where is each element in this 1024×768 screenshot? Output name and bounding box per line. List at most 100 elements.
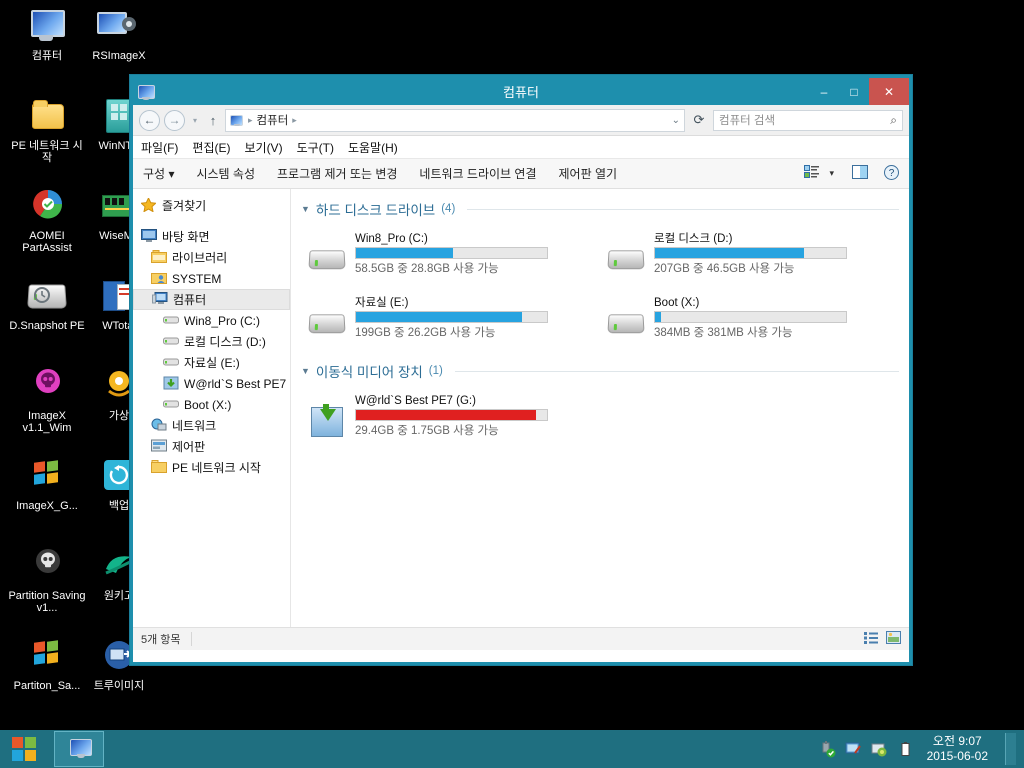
address-dropdown-icon[interactable]: ⌄	[672, 115, 680, 126]
maximize-button[interactable]: □	[839, 78, 869, 105]
close-button[interactable]: ✕	[869, 78, 909, 105]
tree-item-10[interactable]: Boot (X:)	[133, 394, 290, 415]
group-header-1[interactable]: ▼ 하드 디스크 드라이브 (4)	[301, 199, 899, 219]
tree-item-8[interactable]: 자료실 (E:)	[133, 352, 290, 373]
drive-usage-bar	[654, 311, 847, 323]
map-network-drive-button[interactable]: 네트워크 드라이브 연결	[419, 165, 536, 182]
display-settings-icon[interactable]	[845, 741, 862, 758]
drive-item[interactable]: Win8_Pro (C:) 58.5GB 중 28.8GB 사용 가능	[301, 225, 600, 289]
taskbar[interactable]: 오전 9:07 2015-06-02	[0, 730, 1024, 768]
windows-flag-icon	[25, 636, 69, 676]
drive-item[interactable]: 자료실 (E:) 199GB 중 26.2GB 사용 가능	[301, 289, 600, 353]
details-view-icon[interactable]	[864, 631, 878, 647]
desktop-icon-label: Partiton_Sa...	[13, 680, 81, 692]
refresh-button[interactable]: ⟳	[689, 112, 709, 128]
tree-item-13[interactable]: PE 네트워크 시작	[133, 457, 290, 478]
desktop-icon-label: 컴퓨터	[31, 50, 63, 62]
usb-safely-remove-icon[interactable]	[819, 740, 836, 758]
view-dropdown-icon[interactable]: ▾	[829, 168, 834, 179]
command-toolbar[interactable]: 구성 ▾ 시스템 속성 프로그램 제거 또는 변경 네트워크 드라이브 연결 제…	[133, 159, 909, 189]
taskbar-item-computer[interactable]	[54, 731, 104, 767]
desktop-icon-3[interactable]: PE 네트워크 시작	[8, 96, 86, 164]
rsimagex-icon	[97, 6, 141, 46]
tree-item-2[interactable]: 바탕 화면	[133, 226, 290, 247]
view-options-icon[interactable]	[804, 165, 820, 182]
drive-name: Win8_Pro (C:)	[355, 233, 428, 245]
back-button[interactable]: ←	[139, 109, 160, 131]
tree-item-9[interactable]: W@rld`S Best PE7	[133, 373, 290, 394]
drive-item[interactable]: W@rld`S Best PE7 (G:) 29.4GB 중 1.75GB 사용 …	[301, 387, 600, 451]
chevron-down-icon: ▾	[168, 167, 175, 181]
tree-item-1[interactable]: 즐겨찾기	[133, 195, 290, 216]
minimize-button[interactable]: –	[809, 78, 839, 105]
window-title-bar[interactable]: 컴퓨터 – □ ✕	[133, 78, 909, 105]
menu-item-file[interactable]: 파일(F)	[141, 139, 178, 156]
tree-item-6[interactable]: Win8_Pro (C:)	[133, 310, 290, 331]
drive-item[interactable]: Boot (X:) 384MB 중 381MB 사용 가능	[600, 289, 899, 353]
search-input[interactable]: 컴퓨터 검색 ⌕	[713, 109, 903, 131]
desktop-icon-9[interactable]: ImageX v1.1_Wim	[8, 366, 86, 434]
window-controls[interactable]: – □ ✕	[809, 78, 909, 105]
menu-item-edit[interactable]: 편집(E)	[192, 139, 230, 156]
drive-item[interactable]: 로컬 디스크 (D:) 207GB 중 46.5GB 사용 가능	[600, 225, 899, 289]
desktop-icon-1[interactable]: 컴퓨터	[8, 6, 86, 62]
organize-button[interactable]: 구성 ▾	[143, 165, 174, 182]
drive-free-space: 29.4GB 중 1.75GB 사용 가능	[355, 425, 499, 437]
hard-drive-icon	[307, 303, 347, 343]
desktop-icon-2[interactable]: RSImageX	[80, 6, 158, 62]
navigation-pane[interactable]: 즐겨찾기바탕 화면 라이브러리 SYSTEM 컴퓨터 Win8_Pro (C:) 로컬 디…	[133, 189, 291, 627]
computer-icon	[136, 83, 158, 101]
menu-bar[interactable]: 파일(F) 편집(E) 보기(V) 도구(T) 도움말(H)	[133, 136, 909, 159]
history-dropdown-icon[interactable]: ▾	[189, 116, 201, 125]
desktop-icon-label: ImageX_G...	[16, 500, 78, 512]
navigation-bar[interactable]: ← → ▾ ↑ ▸ 컴퓨터 ▸ ⌄ ⟳ 컴퓨터 검색 ⌕	[133, 105, 909, 136]
desktop-icon-5[interactable]: AOMEI PartAssist	[8, 186, 86, 254]
tree-item-5[interactable]: 컴퓨터	[133, 289, 290, 310]
desktop-icon-7[interactable]: D.Snapshot PE	[8, 276, 86, 332]
triangle-down-icon[interactable]: ▼	[301, 366, 310, 376]
tree-item-3[interactable]: 라이브러리	[133, 247, 290, 268]
menu-item-tools[interactable]: 도구(T)	[297, 139, 334, 156]
open-control-panel-button[interactable]: 제어판 열기	[559, 165, 618, 182]
drive-grid-2: W@rld`S Best PE7 (G:) 29.4GB 중 1.75GB 사용 …	[301, 387, 899, 451]
group-header-2[interactable]: ▼ 이동식 미디어 장치 (1)	[301, 361, 899, 381]
up-button[interactable]: ↑	[205, 113, 221, 128]
network-tray-icon[interactable]	[871, 741, 888, 758]
system-properties-button[interactable]: 시스템 속성	[196, 165, 255, 182]
tiles-view-icon[interactable]	[886, 631, 901, 647]
address-bar[interactable]: ▸ 컴퓨터 ▸ ⌄	[225, 108, 685, 132]
drive-usage-fill	[356, 312, 523, 322]
show-desktop-button[interactable]	[1005, 733, 1016, 765]
battery-icon[interactable]	[897, 741, 914, 758]
desktop-icon-13[interactable]: Partition Saving v1...	[8, 546, 86, 614]
tree-item-12[interactable]: 제어판	[133, 436, 290, 457]
snapshot-icon	[25, 276, 69, 316]
forward-button[interactable]: →	[164, 109, 185, 131]
triangle-down-icon[interactable]: ▼	[301, 204, 310, 214]
start-button[interactable]	[0, 730, 48, 768]
content-pane[interactable]: ▼ 하드 디스크 드라이브 (4) Win8_Pro (C:) 58.5GB 중 28.…	[291, 189, 909, 627]
user-folder-icon	[151, 271, 167, 286]
navpane-spacer	[133, 216, 290, 226]
group-title: 이동식 미디어 장치	[315, 365, 423, 380]
tree-item-4[interactable]: SYSTEM	[133, 268, 290, 289]
tree-item-7[interactable]: 로컬 디스크 (D:)	[133, 331, 290, 352]
desktop-icon-15[interactable]: Partiton_Sa...	[8, 636, 86, 692]
menu-item-help[interactable]: 도움말(H)	[348, 139, 398, 156]
explorer-window[interactable]: 컴퓨터 – □ ✕ ← → ▾ ↑ ▸ 컴퓨터 ▸ ⌄ ⟳ 컴퓨터 검색 ⌕ 파…	[130, 75, 912, 665]
star-icon	[140, 196, 157, 213]
desktop-icon-11[interactable]: ImageX_G...	[8, 456, 86, 512]
tree-item-label: SYSTEM	[172, 271, 222, 286]
menu-item-view[interactable]: 보기(V)	[244, 139, 282, 156]
taskbar-clock[interactable]: 오전 9:07 2015-06-02	[923, 734, 996, 764]
hard-drive-icon	[606, 303, 646, 343]
tree-item-label: 자료실 (E:)	[184, 356, 240, 370]
desktop-icon-label: D.Snapshot PE	[9, 320, 85, 332]
system-tray[interactable]: 오전 9:07 2015-06-02	[819, 733, 1024, 765]
help-icon[interactable]: ?	[884, 164, 899, 183]
uninstall-program-button[interactable]: 프로그램 제거 또는 변경	[277, 165, 397, 182]
breadcrumb-path[interactable]: 컴퓨터	[257, 112, 289, 128]
preview-pane-icon[interactable]	[852, 165, 868, 182]
tree-item-11[interactable]: 네트워크	[133, 415, 290, 436]
clock-date: 2015-06-02	[926, 749, 988, 763]
